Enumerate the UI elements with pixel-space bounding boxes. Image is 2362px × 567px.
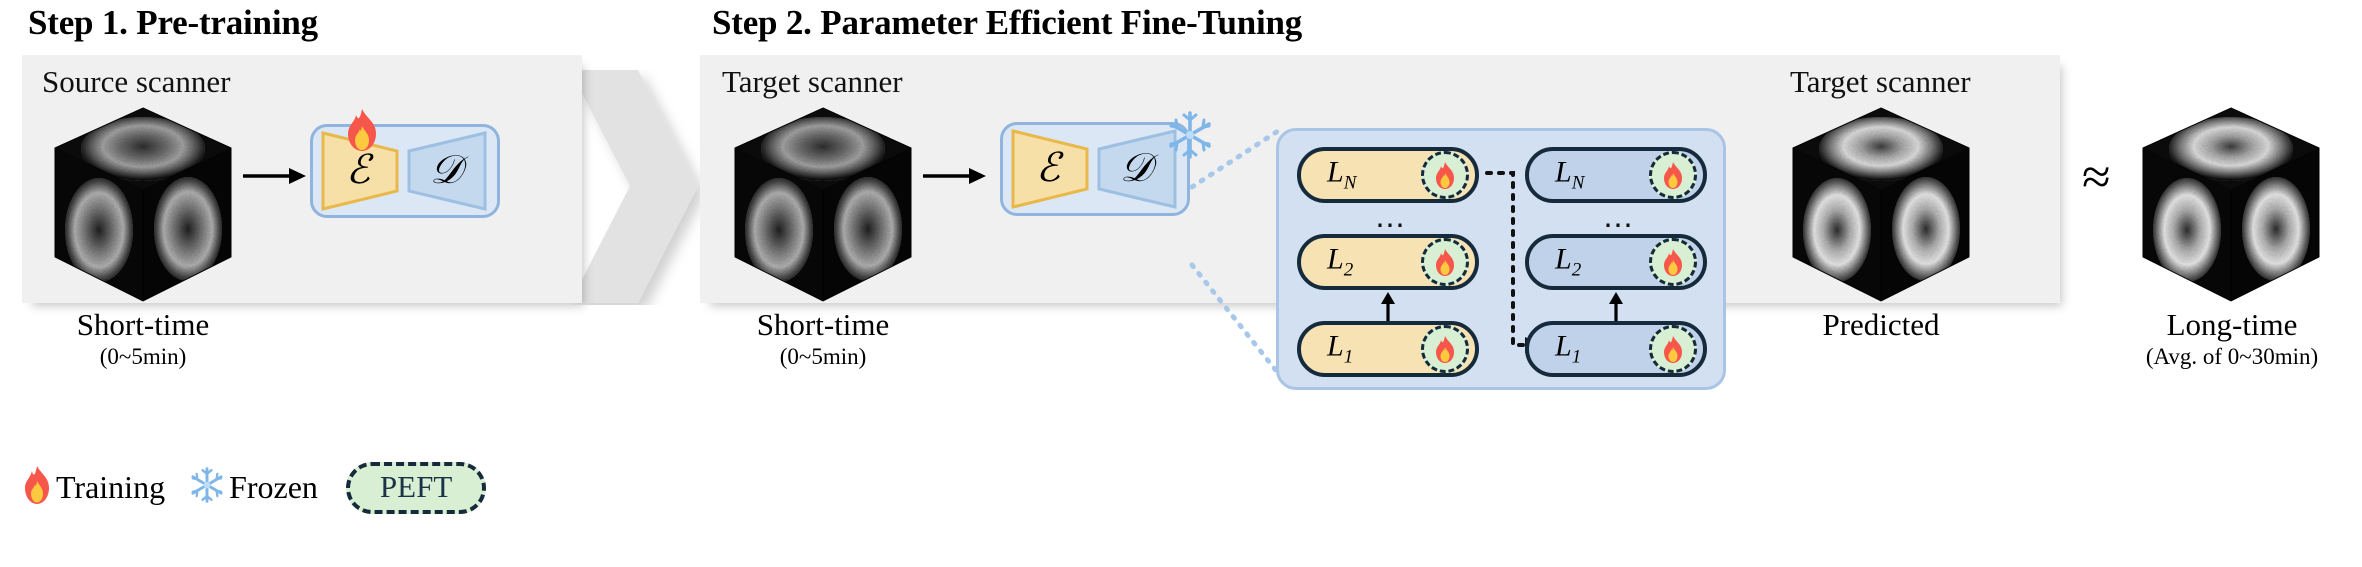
step1-caption-main: Short-time (76, 307, 210, 342)
encoder-glyph: ℰ (1036, 145, 1061, 190)
peft-badge-fire-icon (1421, 238, 1469, 286)
longtime-caption-sub: (Avg. of 0~30min) (2145, 344, 2319, 369)
step1-fire-icon (342, 108, 382, 157)
longtime-brain-cube (2140, 105, 2322, 305)
layer-label-right-2: L2 (1555, 242, 1582, 281)
source-scanner-label: Source scanner (42, 64, 231, 99)
layer-pill-right-N[interactable]: LN (1525, 147, 1707, 203)
step2-input-caption: Short-time (0~5min) (732, 308, 914, 372)
peft-connector-lines (1186, 125, 1286, 400)
peft-layer-panel: LN ⋯ L2 L1 LN ⋯ L2 L1 (1276, 128, 1726, 390)
legend: Training Frozen PEFT (20, 462, 487, 514)
layer-label-right-N: LN (1555, 155, 1585, 194)
step1-autoencoder: ℰ 𝒟 (310, 124, 500, 218)
layer-label-left-1: L1 (1327, 329, 1354, 368)
source-brain-cube (52, 105, 234, 305)
step2-caption-sub: (0~5min) (779, 344, 867, 369)
layer-pill-left-2[interactable]: L2 (1297, 234, 1479, 290)
peft-badge-fire-icon (1421, 325, 1469, 373)
peft-badge-fire-icon (1649, 238, 1697, 286)
legend-peft-badge: PEFT (345, 462, 487, 514)
peft-badge-fire-icon (1649, 151, 1697, 199)
decoder-glyph: 𝒟 (1120, 145, 1152, 190)
step2-autoencoder: ℰ 𝒟 (1000, 122, 1190, 216)
layer-pill-right-2[interactable]: L2 (1525, 234, 1707, 290)
step-transition-chevron (570, 70, 700, 310)
layer-label-left-2: L2 (1327, 242, 1354, 281)
layer-label-right-1: L1 (1555, 329, 1582, 368)
step1-input-arrow (243, 165, 307, 187)
step1-caption-sub: (0~5min) (99, 344, 187, 369)
approx-symbol: ≈ (2082, 149, 2111, 206)
snowflake-icon (187, 465, 227, 510)
step1-input-caption: Short-time (0~5min) (52, 308, 234, 372)
decoder-glyph: 𝒟 (430, 147, 462, 192)
target-brain-cube (732, 105, 914, 305)
figure-canvas: Step 1. Pre-training Step 2. Parameter E… (0, 0, 2362, 567)
legend-training: Training (20, 465, 165, 510)
legend-training-label: Training (56, 469, 166, 506)
longtime-caption: Long-time (Avg. of 0~30min) (2118, 308, 2346, 372)
predicted-caption-text: Predicted (1822, 307, 1940, 342)
layer-pill-left-1[interactable]: L1 (1297, 321, 1479, 377)
peft-badge-fire-icon (1649, 325, 1697, 373)
layer-label-left-N: LN (1327, 155, 1357, 194)
step1-title: Step 1. Pre-training (28, 3, 318, 42)
longtime-caption-main: Long-time (2166, 307, 2298, 342)
predicted-caption: Predicted (1790, 308, 1972, 342)
peft-badge-fire-icon (1421, 151, 1469, 199)
step2-input-arrow (923, 165, 987, 187)
output-target-scanner-label: Target scanner (1790, 64, 1971, 99)
step2-title: Step 2. Parameter Efficient Fine-Tuning (712, 3, 1303, 42)
predicted-brain-cube (1790, 105, 1972, 305)
target-scanner-label: Target scanner (722, 64, 903, 99)
step2-caption-main: Short-time (756, 307, 890, 342)
legend-frozen-label: Frozen (229, 469, 318, 506)
fire-icon (20, 465, 54, 510)
layer-pill-right-1[interactable]: L1 (1525, 321, 1707, 377)
layer-pill-left-N[interactable]: LN (1297, 147, 1479, 203)
legend-frozen: Frozen (187, 465, 318, 510)
